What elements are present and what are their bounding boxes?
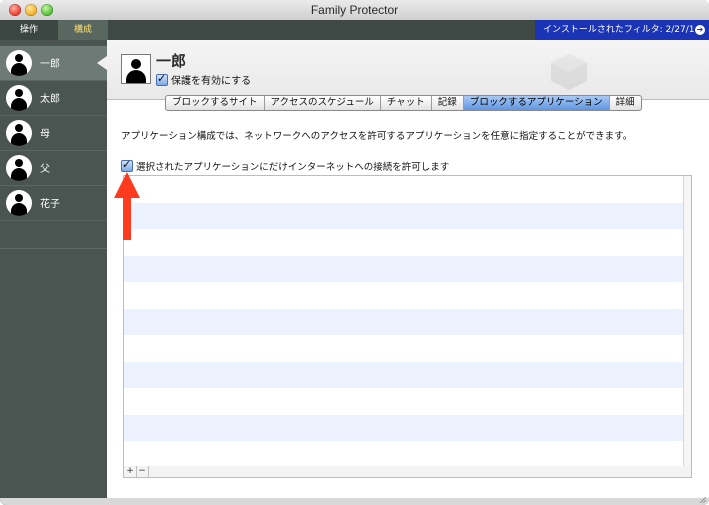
list-scrollbar[interactable] <box>683 176 691 467</box>
list-item <box>124 441 691 467</box>
list-item <box>124 255 691 282</box>
application-list[interactable] <box>123 175 692 468</box>
window-title: Family Protector <box>310 3 399 17</box>
list-item <box>124 414 691 441</box>
sidebar-divider <box>0 248 107 249</box>
list-footer-bar: + − <box>123 466 692 478</box>
user-picture-icon <box>121 54 151 84</box>
resize-grip-icon[interactable] <box>700 497 706 503</box>
tab-access-schedule[interactable]: アクセスのスケジュール <box>265 96 381 110</box>
enable-protection-checkbox[interactable]: 保護を有効にする <box>156 72 251 87</box>
list-item <box>124 202 691 229</box>
user-avatar-icon <box>6 120 32 146</box>
mode-tab-operation[interactable]: 操作 <box>0 20 58 40</box>
user-avatar-icon <box>6 190 32 216</box>
user-avatar-icon <box>6 50 32 76</box>
app-window: Family Protector 操作 構成 インストールされたフィルタ: 2/… <box>0 0 709 505</box>
cube-watermark-icon <box>551 54 587 90</box>
tab-blocked-sites[interactable]: ブロックするサイト <box>166 96 265 110</box>
mode-tab-configuration[interactable]: 構成 <box>58 20 108 40</box>
profile-name: 一郎 <box>40 59 60 70</box>
remove-application-button[interactable]: − <box>136 466 149 477</box>
sidebar-profile-mother[interactable]: 母 <box>0 116 107 151</box>
tab-log[interactable]: 記録 <box>432 96 464 110</box>
list-item <box>124 176 691 203</box>
sidebar-profile-taro[interactable]: 太郎 <box>0 81 107 116</box>
list-item <box>124 388 691 415</box>
checkbox-checked-icon[interactable] <box>156 72 168 86</box>
settings-tabs: ブロックするサイト アクセスのスケジュール チャット 記録 ブロックするアプリケ… <box>165 95 642 111</box>
selection-arrow-icon <box>97 56 107 70</box>
profile-sidebar: 一郎 太郎 母 父 花子 <box>0 40 107 505</box>
install-filter-text: インストールされたフィルタ: 2/27/14 <box>543 25 701 35</box>
window-bottom-strip <box>0 497 709 505</box>
enable-protection-label: 保護を有効にする <box>171 76 252 87</box>
main-panel: 一郎 保護を有効にする ブロックするサイト アクセスのスケジュール チャット 記… <box>107 40 709 498</box>
allow-selected-apps-checkbox[interactable]: 選択されたアプリケーションにだけインターネットへの接続を許可します <box>121 158 450 173</box>
list-item <box>124 361 691 388</box>
title-bar: Family Protector <box>0 0 709 21</box>
allow-selected-apps-label: 選択されたアプリケーションにだけインターネットへの接続を許可します <box>136 162 450 173</box>
list-item <box>124 308 691 335</box>
list-item <box>124 335 691 362</box>
list-item <box>124 229 691 256</box>
red-annotation-arrow-icon <box>114 172 140 240</box>
mode-bar: 操作 構成 インストールされたフィルタ: 2/27/14 ➔ <box>0 20 709 40</box>
user-name-title: 一郎 <box>156 52 187 70</box>
profile-name: 父 <box>40 164 50 175</box>
tab-details[interactable]: 詳細 <box>610 96 641 110</box>
user-avatar-icon <box>6 85 32 111</box>
profile-name: 母 <box>40 129 50 140</box>
application-config-description: アプリケーション構成では、ネットワークへのアクセスを許可するアプリケーションを任… <box>121 131 633 142</box>
list-item <box>124 282 691 309</box>
user-header: 一郎 保護を有効にする <box>107 40 709 100</box>
arrow-right-icon[interactable]: ➔ <box>695 25 705 35</box>
install-filter-banner[interactable]: インストールされたフィルタ: 2/27/14 ➔ <box>535 20 709 40</box>
profile-name: 太郎 <box>40 94 60 105</box>
user-avatar-icon <box>6 155 32 181</box>
tab-chat[interactable]: チャット <box>381 96 432 110</box>
sidebar-profile-hanako[interactable]: 花子 <box>0 186 107 221</box>
profile-name: 花子 <box>40 199 60 210</box>
tab-blocked-applications[interactable]: ブロックするアプリケーション <box>463 96 610 110</box>
sidebar-profile-father[interactable]: 父 <box>0 151 107 186</box>
sidebar-profile-ichiro[interactable]: 一郎 <box>0 46 107 81</box>
